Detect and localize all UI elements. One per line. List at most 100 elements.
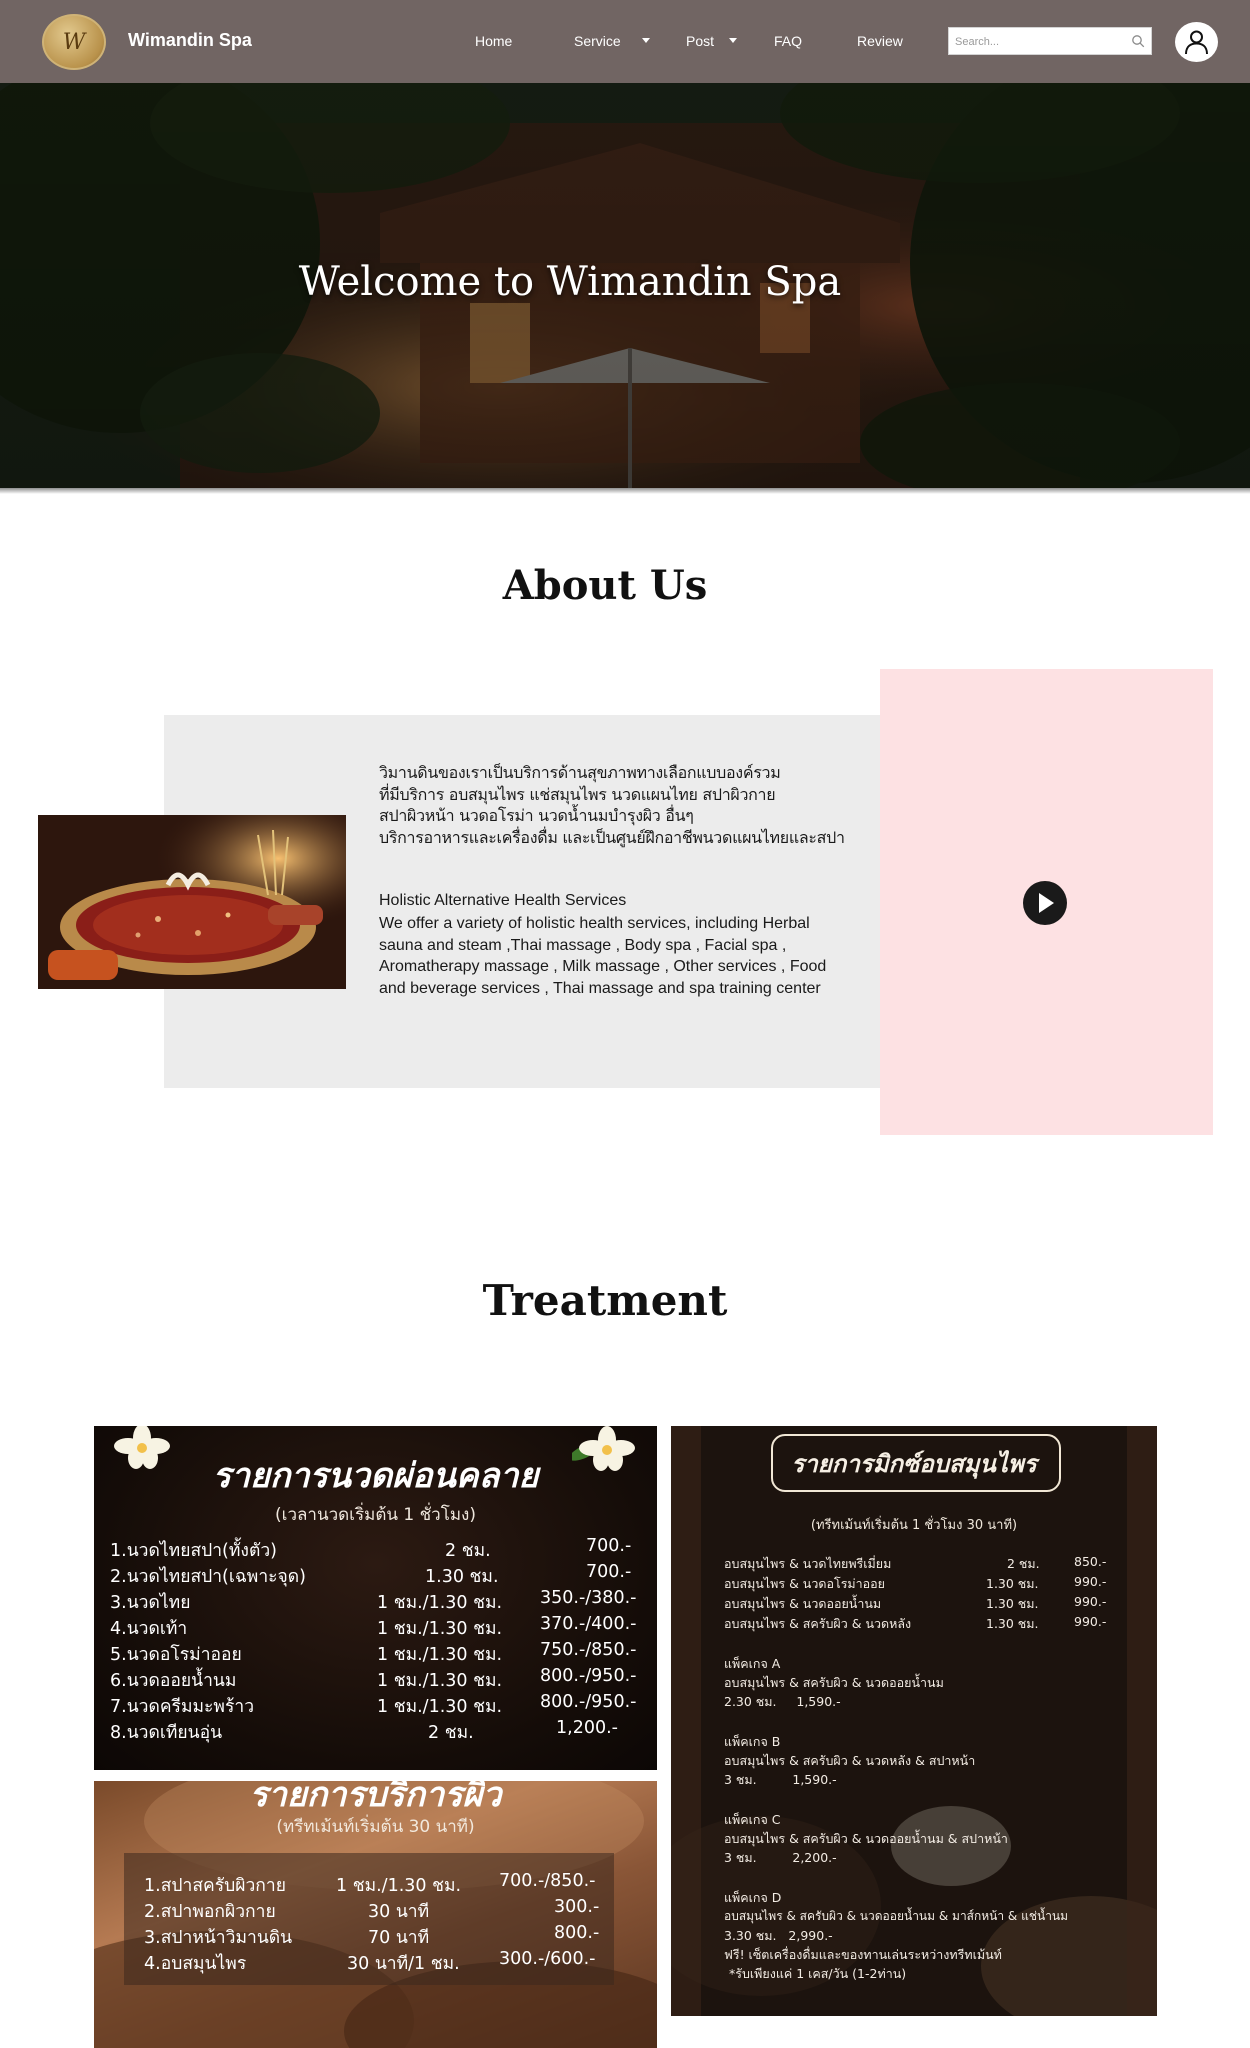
herbal-note: *รับเพียงแค่ 1 เคส/วัน (1-2ท่าน) bbox=[729, 1966, 907, 1981]
about-thai-text: วิมานดินของเราเป็นบริการด้านสุขภาพทางเลื… bbox=[379, 762, 879, 848]
package-name: แพ็คเกจ B bbox=[724, 1734, 781, 1749]
herbal-item-duration: 1.30 ชม. bbox=[986, 1616, 1039, 1631]
massage-item-name: 8.นวดเทียนอุ่น bbox=[110, 1723, 223, 1743]
skin-item-duration: 30 นาที/1 ชม. bbox=[347, 1954, 460, 1974]
about-english-line: Aromatherapy massage , Milk massage , Ot… bbox=[379, 958, 827, 975]
skin-item-name: 4.อบสมุนไพร bbox=[144, 1954, 247, 1974]
package-description: อบสมุนไพร & สครับผิว & นวดออยน้ำนม & สปา… bbox=[724, 1831, 1008, 1846]
about-photo-flower-bath bbox=[38, 815, 346, 989]
treatment-heading: Treatment bbox=[482, 1276, 728, 1325]
massage-item-duration: 1 ชม./1.30 ชม. bbox=[377, 1593, 503, 1613]
package-detail: 3 ชม. 1,590.- bbox=[724, 1772, 837, 1787]
search-box[interactable] bbox=[948, 27, 1152, 55]
service-chevron-down-icon[interactable] bbox=[642, 38, 650, 43]
herbal-item-price: 990.- bbox=[1074, 1614, 1107, 1629]
search-icon[interactable] bbox=[1131, 34, 1145, 48]
massage-item-duration: 1 ชม./1.30 ชม. bbox=[377, 1645, 503, 1665]
user-account-button[interactable] bbox=[1175, 22, 1218, 62]
about-thai-line: สปาผิวหน้า นวดอโรม่า นวดน้ำนมบำรุงผิว อื… bbox=[379, 806, 694, 825]
about-english-title: Holistic Alternative Health Services bbox=[379, 892, 627, 909]
logo-letter: W bbox=[62, 30, 86, 55]
massage-menu-card[interactable]: รายการนวดผ่อนคลาย (เวลานวดเริ่มต้น 1 ชั่… bbox=[94, 1426, 657, 1770]
skin-item-price: 800.- bbox=[554, 1923, 600, 1943]
massage-item-duration: 2 ชม. bbox=[428, 1723, 474, 1743]
herbal-item-price: 990.- bbox=[1074, 1594, 1107, 1609]
about-english-line: sauna and steam ,Thai massage , Body spa… bbox=[379, 936, 787, 954]
nav-home[interactable]: Home bbox=[475, 33, 512, 49]
herbal-item-name: อบสมุนไพร & นวดอโรม่าออย bbox=[724, 1576, 886, 1591]
herbal-item-price: 990.- bbox=[1074, 1574, 1107, 1589]
about-english-line: We offer a variety of holistic health se… bbox=[379, 915, 810, 932]
skin-item-price: 300.- bbox=[554, 1897, 600, 1917]
navbar: W Wimandin Spa Home Service Post FAQ Rev… bbox=[0, 0, 1250, 83]
nav-post[interactable]: Post bbox=[686, 33, 714, 49]
massage-item-name: 4.นวดเท้า bbox=[110, 1619, 188, 1639]
massage-item-price: 1,200.- bbox=[556, 1718, 618, 1738]
massage-item-duration: 1.30 ชม. bbox=[425, 1567, 499, 1587]
massage-item-duration: 1 ชม./1.30 ชม. bbox=[377, 1697, 503, 1717]
package-detail: 3.30 ชม. 2,990.- bbox=[724, 1928, 833, 1943]
skin-item-price: 700.-/850.- bbox=[499, 1871, 596, 1891]
hero-banner: Welcome to Wimandin Spa bbox=[0, 83, 1250, 488]
hero-divider bbox=[0, 488, 1250, 494]
massage-item-duration: 2 ชม. bbox=[445, 1541, 491, 1561]
logo[interactable]: W bbox=[42, 14, 106, 70]
about-thai-line: บริการอาหารและเครื่องดื่ม และเป็นศูนย์ฝึ… bbox=[379, 827, 845, 847]
massage-item-name: 7.นวดครีมมะพร้าว bbox=[110, 1697, 255, 1717]
brand-name[interactable]: Wimandin Spa bbox=[128, 30, 252, 51]
herbal-item-price: 850.- bbox=[1074, 1554, 1107, 1569]
herbal-item-duration: 2 ชม. bbox=[1007, 1556, 1040, 1571]
skin-item-name: 2.สปาพอกผิวกาย bbox=[144, 1902, 276, 1922]
herbal-item-duration: 1.30 ชม. bbox=[986, 1576, 1039, 1591]
package-detail: 3 ชม. 2,200.- bbox=[724, 1850, 837, 1865]
massage-item-price: 800.-/950.- bbox=[540, 1692, 637, 1712]
herbal-item-name: อบสมุนไพร & นวดไทยพรีเมี่ยม bbox=[724, 1556, 892, 1571]
massage-item-name: 5.นวดอโรม่าออย bbox=[110, 1645, 242, 1665]
play-icon bbox=[1039, 893, 1054, 913]
package-name: แพ็คเกจ D bbox=[724, 1890, 782, 1905]
herbal-item-name: อบสมุนไพร & นวดออยน้ำนม bbox=[724, 1596, 882, 1611]
skin-item-duration: 30 นาที bbox=[368, 1902, 430, 1922]
menu-card-divider bbox=[94, 1770, 657, 1781]
nav-faq[interactable]: FAQ bbox=[774, 33, 802, 49]
about-english-text: We offer a variety of holistic health se… bbox=[379, 913, 874, 999]
package-detail: 2.30 ชม. 1,590.- bbox=[724, 1694, 841, 1709]
massage-item-price: 800.-/950.- bbox=[540, 1666, 637, 1686]
massage-item-price: 750.-/850.- bbox=[540, 1640, 637, 1660]
search-input[interactable] bbox=[955, 32, 1125, 51]
skin-item-duration: 1 ชม./1.30 ชม. bbox=[336, 1876, 462, 1896]
nav-service[interactable]: Service bbox=[574, 33, 621, 49]
package-description: อบสมุนไพร & สครับผิว & นวดออยน้ำนม bbox=[724, 1675, 944, 1690]
about-english-line: and beverage services , Thai massage and… bbox=[379, 979, 821, 997]
about-thai-line: วิมานดินของเราเป็นบริการด้านสุขภาพทางเลื… bbox=[379, 763, 781, 782]
herbal-menu-card[interactable]: รายการมิกซ์อบสมุนไพร (ทรีทเม้นท์เริ่มต้น… bbox=[671, 1426, 1157, 2016]
skin-item-name: 1.สปาสครับผิวกาย bbox=[144, 1876, 286, 1896]
nav-review[interactable]: Review bbox=[857, 33, 903, 49]
package-description: อบสมุนไพร & สครับผิว & นวดออยน้ำนม & มาส… bbox=[724, 1909, 1069, 1923]
user-icon bbox=[1185, 30, 1208, 55]
massage-item-price: 350.-/380.- bbox=[540, 1588, 637, 1608]
video-play-button[interactable] bbox=[1023, 881, 1067, 925]
herbal-promo: ฟรี! เซ็ตเครื่องดื่มและของทานเล่นระหว่าง… bbox=[724, 1947, 1002, 1962]
about-heading: About Us bbox=[502, 562, 708, 609]
package-name: แพ็คเกจ A bbox=[724, 1656, 781, 1671]
hero-title: Welcome to Wimandin Spa bbox=[298, 259, 842, 305]
herbal-item-name: อบสมุนไพร & สครับผิว & นวดหลัง bbox=[724, 1616, 912, 1631]
skin-item-name: 3.สปาหน้าวิมานดิน bbox=[144, 1928, 293, 1948]
herbal-menu-subtitle: (ทรีทเม้นท์เริ่มต้น 1 ชั่วโมง 30 นาที) bbox=[810, 1518, 1018, 1533]
package-description: อบสมุนไพร & สครับผิว & นวดหลัง & สปาหน้า bbox=[724, 1753, 976, 1768]
massage-item-duration: 1 ชม./1.30 ชม. bbox=[377, 1619, 503, 1639]
post-chevron-down-icon[interactable] bbox=[729, 38, 737, 43]
skin-menu-card[interactable]: รายการบริการผิว (ทรีทเม้นท์เริ่มต้น 30 น… bbox=[94, 1781, 657, 2048]
massage-item-name: 1.นวดไทยสปา(ทั้งตัว) bbox=[110, 1541, 277, 1561]
skin-menu-subtitle: (ทรีทเม้นท์เริ่มต้น 30 นาที) bbox=[276, 1817, 475, 1837]
package-name: แพ็คเกจ C bbox=[724, 1812, 781, 1827]
herbal-menu-title: รายการมิกซ์อบสมุนไพร bbox=[791, 1449, 1037, 1478]
massage-menu-title: รายการนวดผ่อนคลาย bbox=[212, 1456, 539, 1496]
massage-item-price: 700.- bbox=[586, 1562, 632, 1582]
massage-item-duration: 1 ชม./1.30 ชม. bbox=[377, 1671, 503, 1691]
massage-item-name: 6.นวดออยน้ำนม bbox=[110, 1671, 237, 1691]
herbal-item-duration: 1.30 ชม. bbox=[986, 1596, 1039, 1611]
skin-item-price: 300.-/600.- bbox=[499, 1949, 596, 1969]
massage-item-price: 700.- bbox=[586, 1536, 632, 1556]
